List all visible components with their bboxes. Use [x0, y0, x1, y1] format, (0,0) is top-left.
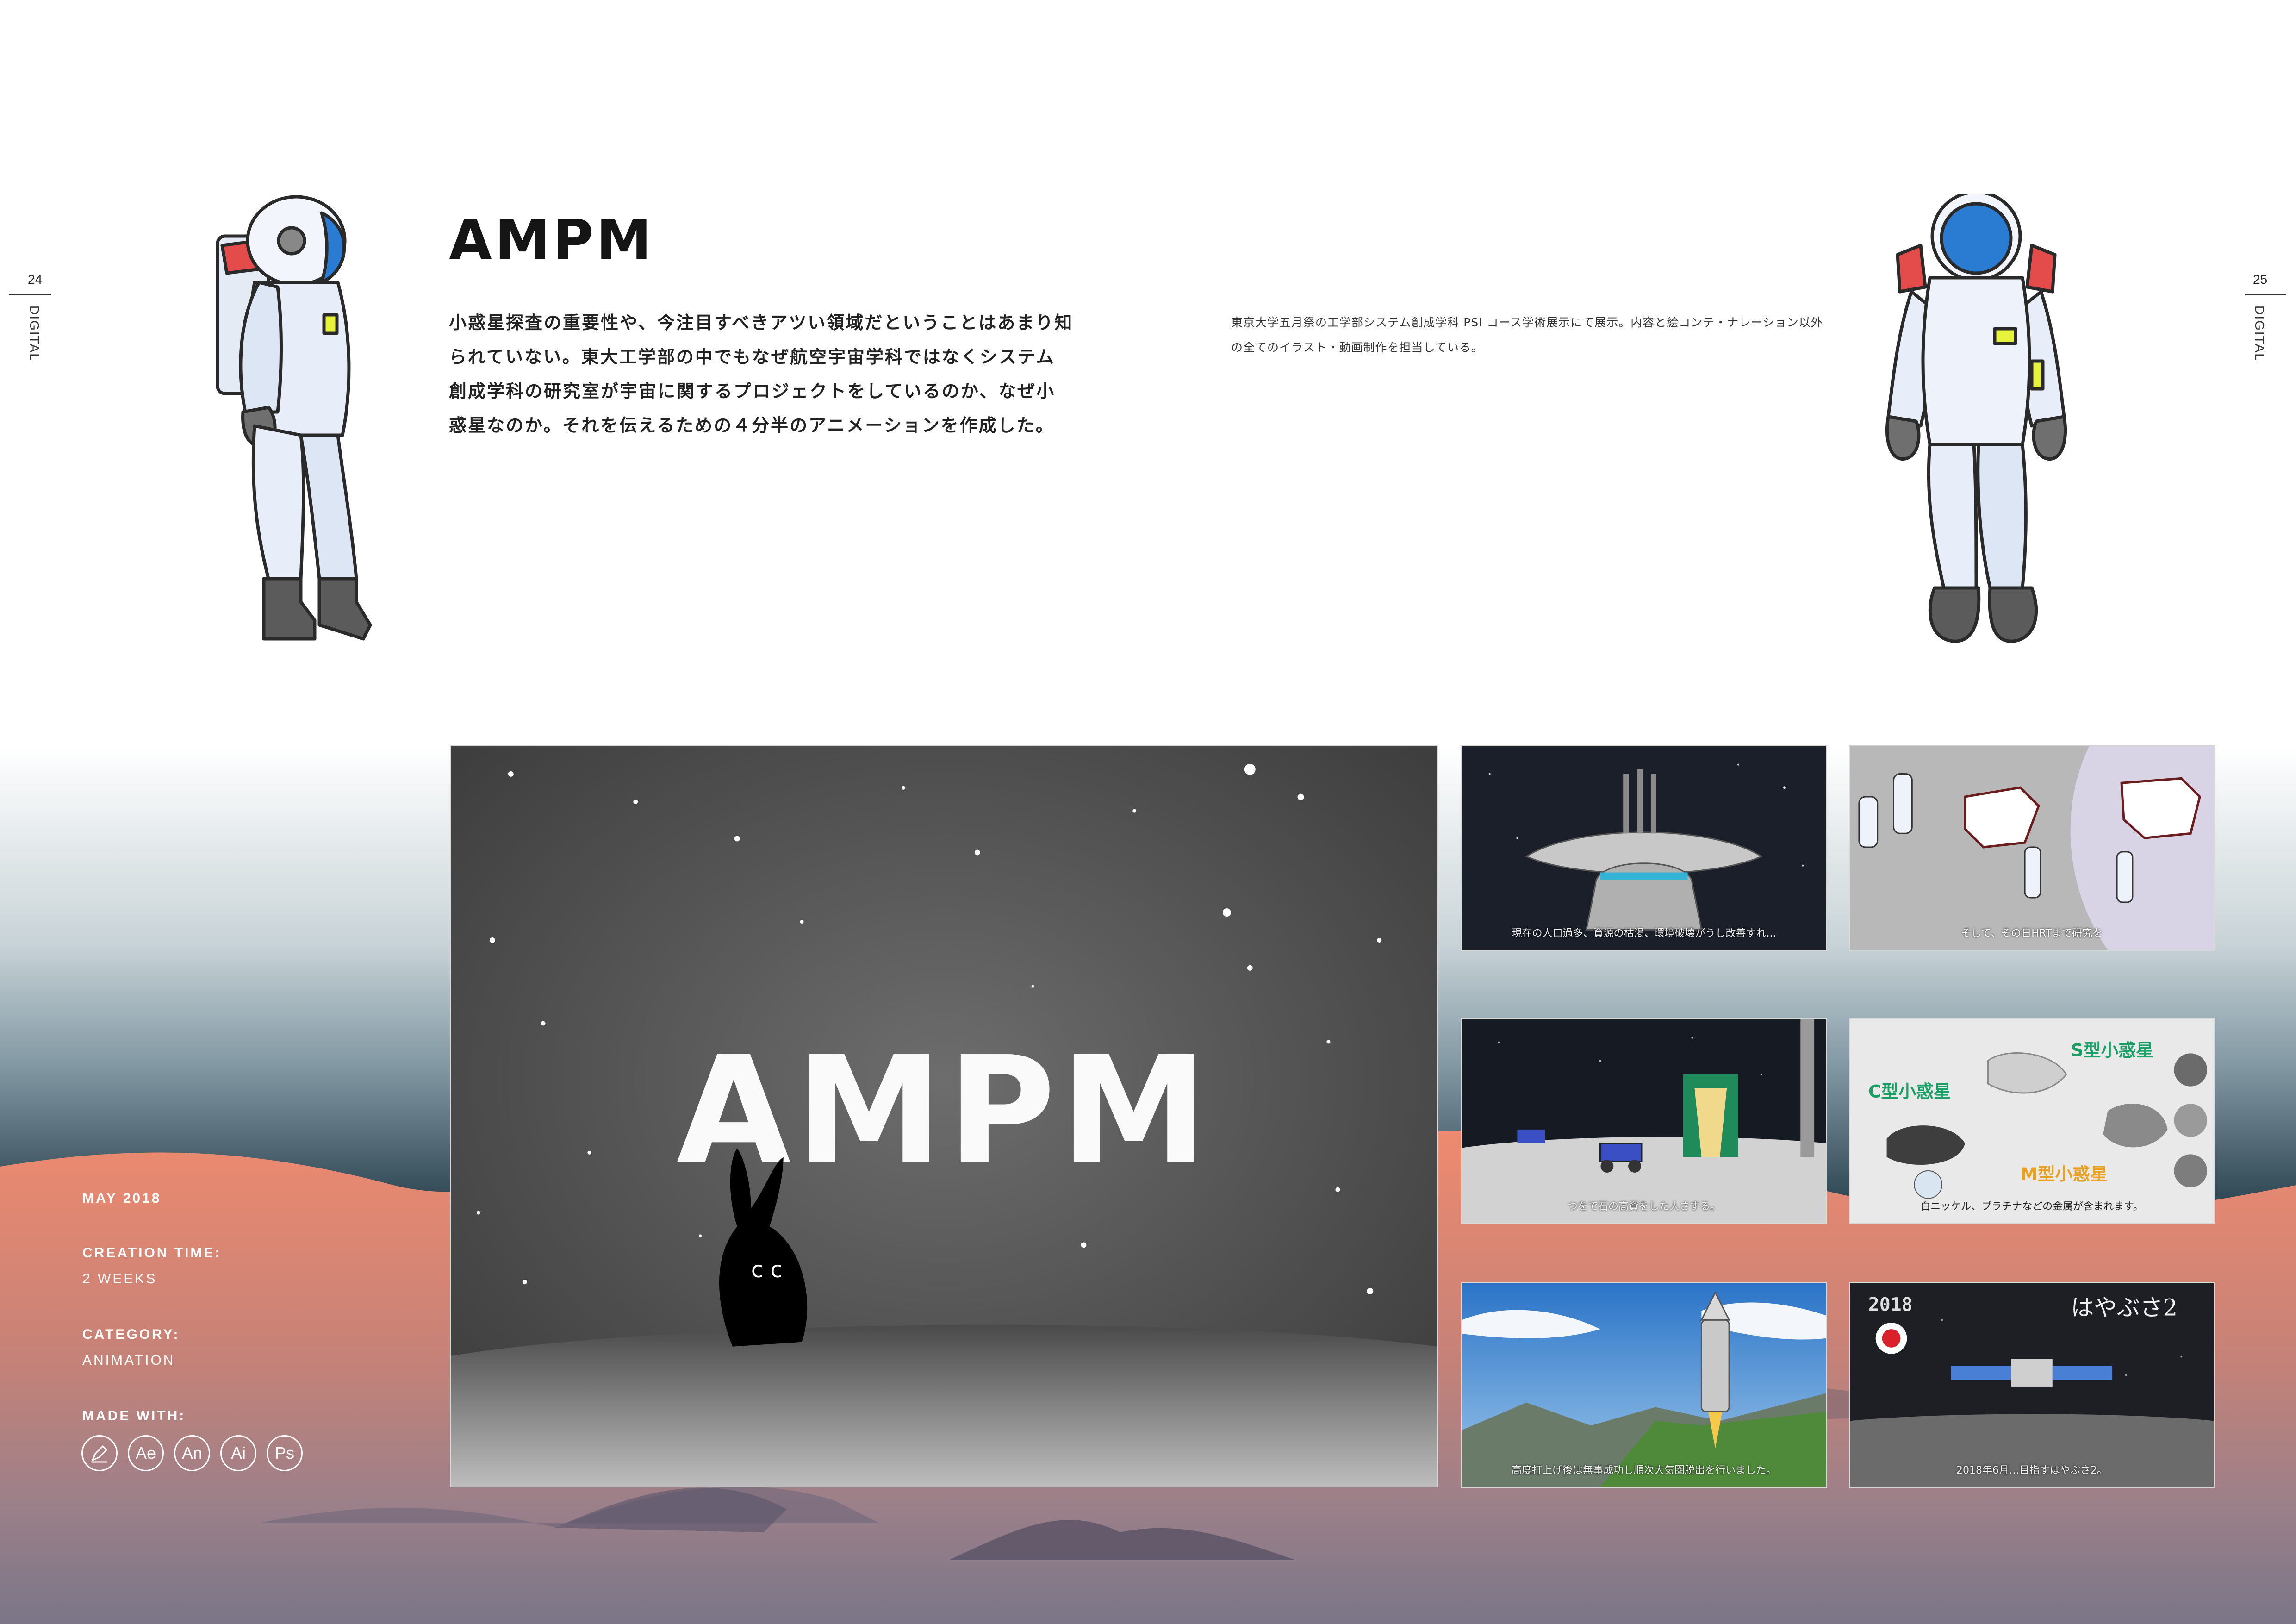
- hayabusa-title: はやぶさ2: [2071, 1294, 2178, 1321]
- still-2-caption: そして、その日HRTまで研究を: [1961, 928, 2103, 939]
- section-label-left: DIGITAL: [27, 306, 42, 362]
- project-note: 東京大学五月祭の工学部システム創成学科 PSI コース学術展示にて展示。内容と絵…: [1231, 316, 1823, 354]
- section-label-right: DIGITAL: [2252, 306, 2267, 362]
- still-1-caption: 現在の人口過多、資源の枯渇、環境破壊がうし改善すれ...: [1512, 928, 1776, 939]
- illustrator-icon: Ai: [220, 1435, 256, 1471]
- page-number-left: 24: [28, 272, 43, 287]
- c-type-label: C型小惑星: [1868, 1081, 1951, 1102]
- still-space-station[interactable]: 現在の人口過多、資源の枯渇、環境破壊がうし改善すれ...: [1461, 745, 1827, 951]
- m-type-label: M型小惑星: [2020, 1164, 2108, 1184]
- svg-text:c c: c c: [751, 1257, 783, 1283]
- project-title: AMPM: [449, 208, 654, 273]
- still-astronauts-talking[interactable]: そして、その日HRTまで研究を: [1849, 745, 2215, 951]
- pen-tool-icon: [81, 1435, 118, 1471]
- project-date: MAY 2018: [82, 1191, 162, 1206]
- divider-left: [9, 294, 51, 295]
- hayabusa-year: 2018: [1868, 1294, 1913, 1316]
- made-with-label: MADE WITH:: [82, 1408, 186, 1424]
- project-description: 小惑星探査の重要性や、今注目すべきアツい領域だということはあまり知られていない。…: [449, 312, 1074, 436]
- animate-icon: An: [174, 1435, 210, 1471]
- hero-still-ampm[interactable]: AMPM c c: [450, 745, 1438, 1487]
- still-hayabusa2[interactable]: 2018 はやぶさ2 2018年6月…目指すはやぶさ2。: [1849, 1282, 2215, 1488]
- still-lunar-rover[interactable]: つをで石の高資をした人さする。: [1461, 1018, 1827, 1224]
- divider-right: [2245, 294, 2286, 295]
- tool-icons: Ae An Ai Ps: [81, 1435, 303, 1471]
- still-6-caption: 2018年6月…目指すはやぶさ2。: [1956, 1465, 2107, 1476]
- astronaut-front-illustration: [1885, 194, 2067, 643]
- after-effects-icon: Ae: [128, 1435, 164, 1471]
- category-label: CATEGORY:: [82, 1327, 180, 1342]
- photoshop-icon: Ps: [267, 1435, 303, 1471]
- category-value: ANIMATION: [82, 1353, 175, 1368]
- creation-time-label: CREATION TIME:: [82, 1245, 222, 1261]
- page-number-right: 25: [2253, 272, 2268, 287]
- still-3-caption: つをで石の高資をした人さする。: [1567, 1201, 1720, 1212]
- hero-ampm-logo: AMPM: [677, 1025, 1212, 1197]
- creation-time-value: 2 WEEKS: [82, 1271, 157, 1287]
- still-asteroid-types[interactable]: C型小惑星 S型小惑星 M型小惑星 白ニッケル、プラチナなどの金属が含まれます。: [1849, 1018, 2215, 1224]
- astronaut-side-illustration: [216, 195, 372, 641]
- s-type-label: S型小惑星: [2071, 1040, 2153, 1060]
- still-4-caption: 白ニッケル、プラチナなどの金属が含まれます。: [1920, 1201, 2143, 1212]
- still-5-caption: 高度打上げ後は無事成功し順次大気圏脱出を行いました。: [1511, 1465, 1776, 1476]
- still-rocket-launch[interactable]: 高度打上げ後は無事成功し順次大気圏脱出を行いました。: [1461, 1282, 1827, 1488]
